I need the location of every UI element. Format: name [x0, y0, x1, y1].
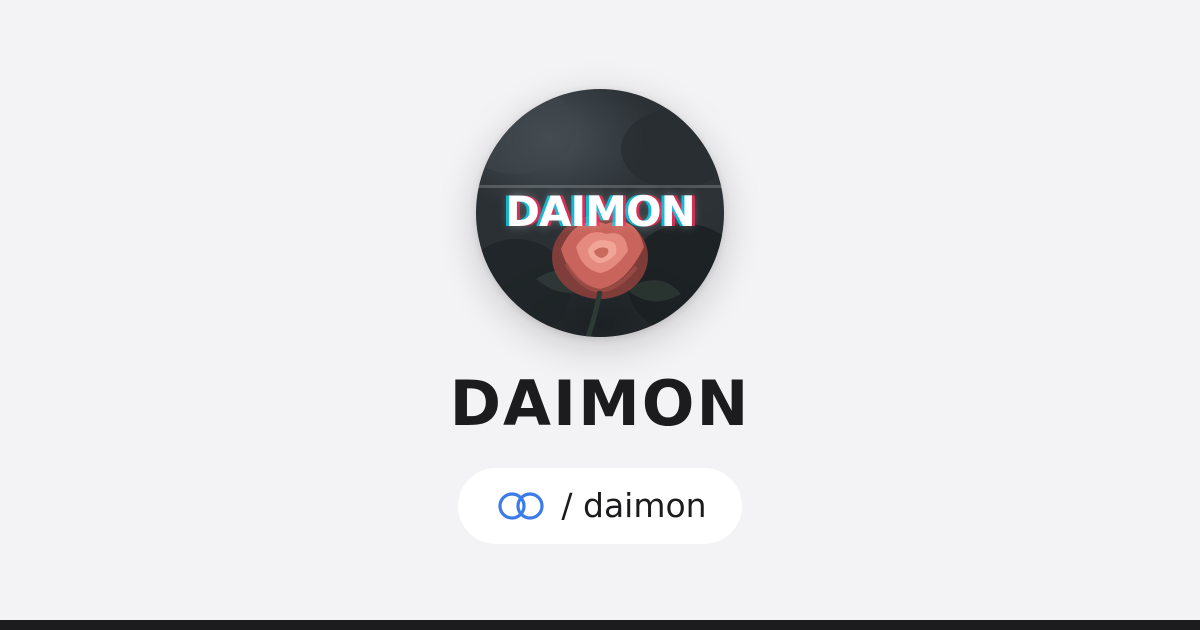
- bottom-bar: [0, 620, 1200, 630]
- link-rings-icon: [498, 492, 544, 520]
- profile-handle-text: / daimon: [561, 486, 707, 525]
- profile-avatar[interactable]: DAIMON: [476, 89, 724, 337]
- profile-name: DAIMON: [449, 367, 751, 440]
- profile-handle-link[interactable]: / daimon: [458, 468, 742, 544]
- avatar-logo-text: DAIMON: [505, 187, 696, 236]
- profile-card: DAIMON DAIMON / daimon: [0, 0, 1200, 620]
